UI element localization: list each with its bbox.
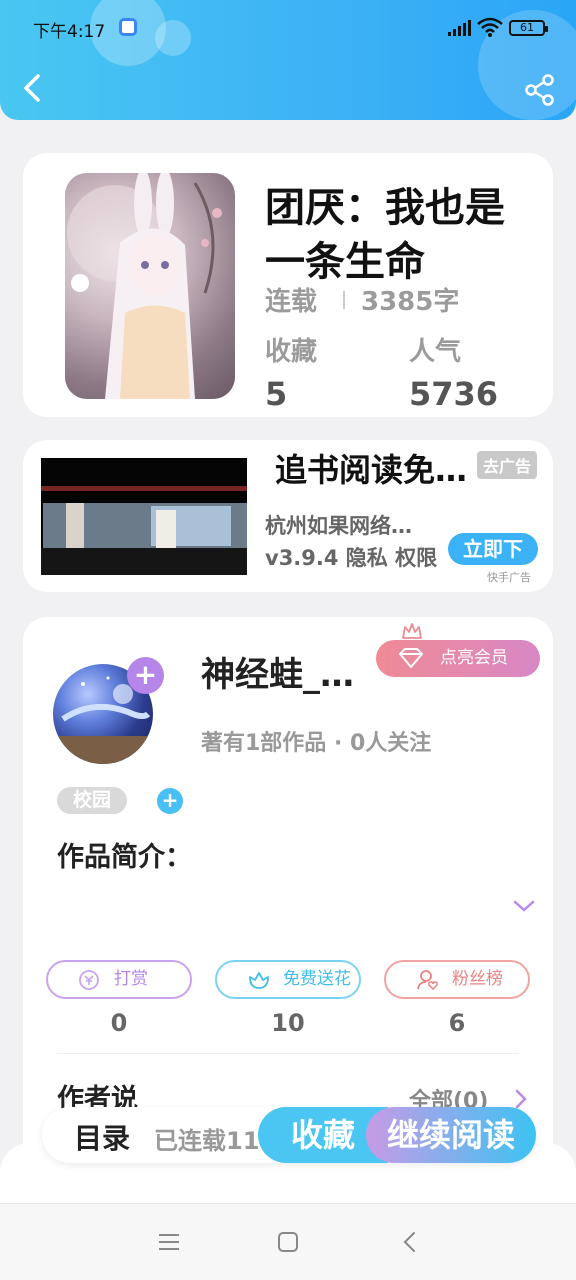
- wifi-icon: [477, 17, 503, 37]
- book-cover-image[interactable]: [65, 173, 235, 399]
- fans-ranking-label: 粉丝榜: [452, 969, 503, 989]
- status-time: 下午4:17: [33, 22, 106, 42]
- continue-reading-button[interactable]: 继续阅读: [366, 1107, 536, 1163]
- signal-icon: [448, 20, 471, 36]
- coin-icon: [79, 970, 99, 990]
- tag-chip[interactable]: 校园: [57, 787, 127, 814]
- send-flower-label: 免费送花: [283, 969, 351, 989]
- popularity-value: 5736: [409, 375, 499, 413]
- system-nav-bar: [0, 1203, 576, 1280]
- vip-button[interactable]: 点亮会员: [376, 640, 540, 677]
- book-info-card: 团厌：我也是一条生命 连载 3385字 收藏 人气 5 5736: [23, 153, 553, 417]
- divider: [57, 1053, 519, 1054]
- fans-ranking-button[interactable]: 粉丝榜: [384, 960, 530, 999]
- ad-headline: 追书阅读免…: [275, 451, 468, 489]
- user-heart-icon: [417, 970, 438, 991]
- remove-ad-button[interactable]: 去广告: [477, 451, 538, 479]
- chapter-status: 已连载11章: [154, 1127, 260, 1155]
- share-icon[interactable]: [522, 72, 558, 108]
- reward-label: 打赏: [114, 969, 148, 989]
- author-card: + 神经蛙_… 点亮会员 著有1部作品 · 0人关注 校园 + 作品简介： 打赏…: [23, 617, 553, 1157]
- battery-icon: 61: [509, 20, 548, 36]
- intro-label: 作品简介：: [57, 842, 192, 873]
- serial-status: 连载: [265, 287, 318, 317]
- word-count: 3385字: [361, 287, 460, 317]
- ad-company: 杭州如果网络…: [265, 514, 412, 538]
- popularity-label: 人气: [409, 337, 462, 367]
- toc-button[interactable]: 目录: [74, 1117, 130, 1157]
- home-icon[interactable]: [278, 1232, 298, 1252]
- author-meta: 著有1部作品 · 0人关注: [201, 731, 432, 756]
- divider: [343, 291, 345, 309]
- bottom-action-bar: 目录 已连载11章 收藏 继续阅读: [42, 1107, 536, 1163]
- book-title: 团厌：我也是一条生命: [265, 185, 505, 285]
- diamond-icon: [399, 648, 423, 668]
- ad-version-line: v3.9.4 隐私 权限: [265, 546, 438, 570]
- back-nav-icon[interactable]: [402, 1231, 416, 1253]
- favorites-value: 5: [265, 375, 288, 413]
- favorites-label: 收藏: [265, 337, 318, 367]
- chevron-right-icon[interactable]: [515, 1089, 527, 1109]
- app-notification-icon: [119, 18, 137, 36]
- follow-add-button[interactable]: +: [127, 657, 164, 694]
- reward-count: 0: [110, 1009, 128, 1037]
- flower-icon: [249, 972, 269, 989]
- chevron-down-icon[interactable]: [513, 899, 535, 913]
- menu-icon[interactable]: [158, 1232, 180, 1252]
- ad-download-button[interactable]: 立即下: [448, 533, 538, 565]
- flower-count: 10: [271, 1009, 305, 1037]
- add-tag-button[interactable]: +: [157, 788, 183, 814]
- ad-source: 快手广告: [487, 571, 531, 584]
- header: 下午4:17 61: [0, 0, 576, 120]
- ad-card[interactable]: 追书阅读免… 去广告 杭州如果网络… v3.9.4 隐私 权限 立即下 快手广告: [23, 440, 553, 592]
- status-bar: 下午4:17 61: [0, 0, 576, 56]
- back-button[interactable]: [18, 70, 50, 106]
- author-name[interactable]: 神经蛙_…: [201, 647, 354, 696]
- vip-button-label: 点亮会员: [440, 648, 508, 668]
- crown-icon: [402, 623, 422, 639]
- send-flower-button[interactable]: 免费送花: [215, 960, 361, 999]
- fans-count: 6: [448, 1009, 466, 1037]
- reward-button[interactable]: 打赏: [46, 960, 192, 999]
- ad-image[interactable]: [41, 458, 247, 575]
